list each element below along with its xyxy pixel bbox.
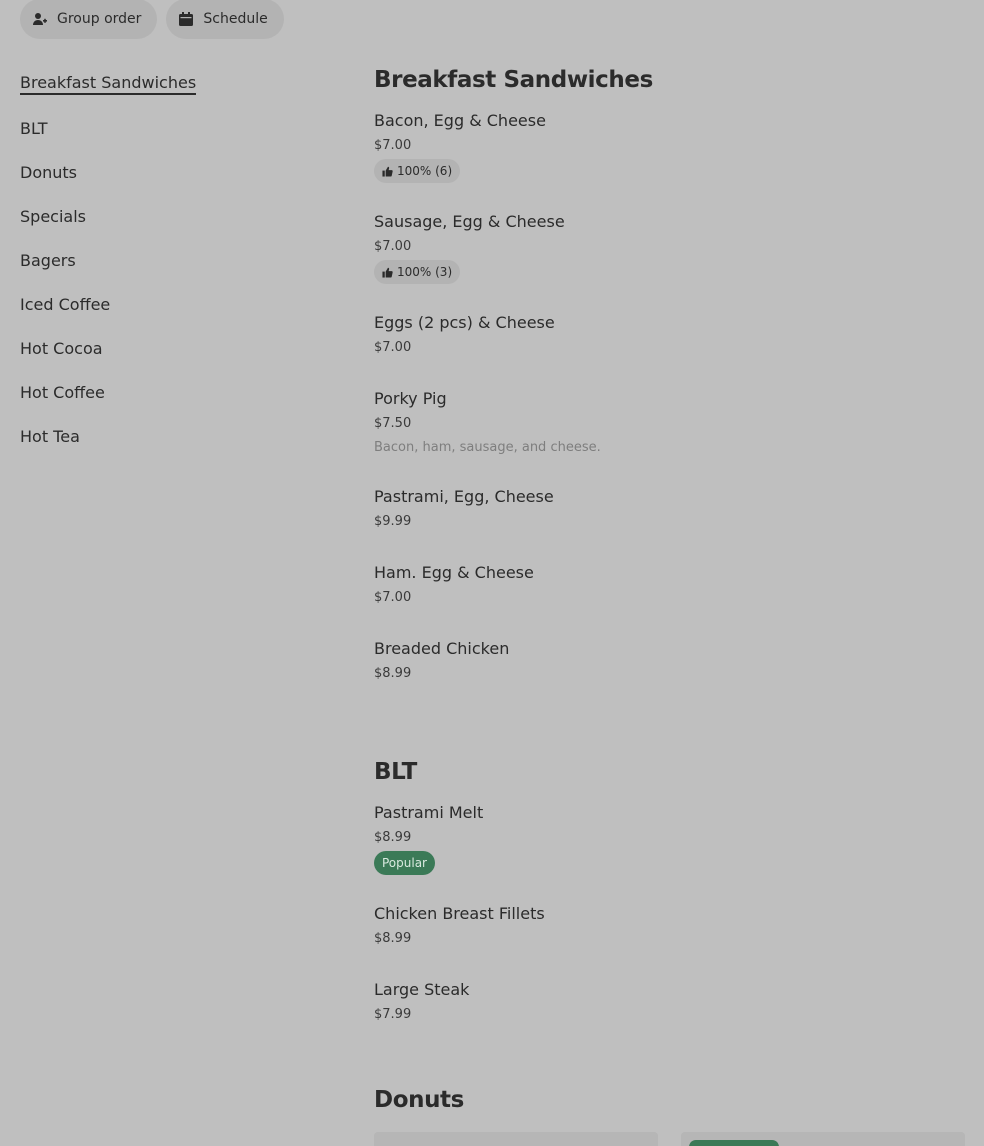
card-badge [689, 1140, 779, 1146]
item-name: Bacon, Egg & Cheese [374, 110, 546, 130]
item-name: Ham. Egg & Cheese [374, 562, 534, 582]
top-action-bar: Group order Schedule [20, 0, 284, 39]
sidebar-item-label: Bagers [20, 250, 76, 270]
item-name: Pastrami Melt [374, 802, 484, 822]
donut-cards-row [374, 1132, 965, 1146]
sidebar-item-label: Hot Cocoa [20, 338, 103, 358]
menu-item[interactable]: Breaded Chicken $8.99 [374, 636, 964, 686]
rating-text: 100% (6) [397, 164, 453, 178]
menu-item[interactable]: Bacon, Egg & Cheese $7.00 100% (6) [374, 108, 964, 183]
sidebar-item-bagers[interactable]: Bagers [20, 238, 340, 282]
section-breakfast-sandwiches: Breakfast Sandwiches Bacon, Egg & Cheese… [374, 62, 964, 712]
menu-item[interactable]: Large Steak $7.99 [374, 977, 964, 1027]
item-price: $7.00 [374, 339, 412, 355]
item-name: Pastrami, Egg, Cheese [374, 486, 554, 506]
item-price: $8.99 [374, 665, 412, 681]
sidebar-item-label: Donuts [20, 162, 77, 182]
rating-text: 100% (3) [397, 265, 453, 279]
item-price: $8.99 [374, 829, 412, 845]
item-name: Large Steak [374, 979, 470, 999]
sidebar-item-label: Hot Coffee [20, 382, 105, 402]
item-price: $7.50 [374, 415, 412, 431]
item-price: $9.99 [374, 513, 412, 529]
group-order-button[interactable]: Group order [20, 0, 158, 39]
item-price: $7.00 [374, 238, 412, 254]
item-name: Breaded Chicken [374, 638, 510, 658]
category-sidebar: Breakfast Sandwiches BLT Donuts Specials… [20, 62, 340, 458]
section-donuts: Donuts [374, 1082, 964, 1118]
item-price: $7.00 [374, 589, 412, 605]
item-description: Bacon, ham, sausage, and cheese. [374, 439, 601, 455]
sidebar-item-specials[interactable]: Specials [20, 194, 340, 238]
sidebar-item-label: Breakfast Sandwiches [20, 73, 197, 95]
rating-badge: 100% (6) [374, 159, 461, 183]
section-blt: BLT Pastrami Melt $8.99 Popular Chicken … [374, 754, 964, 1053]
group-order-label: Group order [57, 11, 142, 27]
person-plus-icon [32, 11, 48, 27]
sidebar-item-hot-coffee[interactable]: Hot Coffee [20, 370, 340, 414]
sidebar-item-iced-coffee[interactable]: Iced Coffee [20, 282, 340, 326]
thumbs-up-icon [382, 267, 393, 278]
schedule-label: Schedule [203, 11, 268, 27]
section-title: BLT [374, 759, 417, 785]
sidebar-item-hot-tea[interactable]: Hot Tea [20, 414, 340, 458]
menu-item[interactable]: Chicken Breast Fillets $8.99 [374, 901, 964, 951]
item-name: Chicken Breast Fillets [374, 903, 545, 923]
schedule-button[interactable]: Schedule [166, 0, 284, 39]
item-name: Sausage, Egg & Cheese [374, 211, 565, 231]
item-price: $8.99 [374, 930, 412, 946]
sidebar-item-blt[interactable]: BLT [20, 106, 340, 150]
item-card[interactable] [681, 1132, 965, 1146]
rating-badge: 100% (3) [374, 260, 461, 284]
menu-item[interactable]: Sausage, Egg & Cheese $7.00 100% (3) [374, 209, 964, 284]
sidebar-item-donuts[interactable]: Donuts [20, 150, 340, 194]
section-title: Donuts [374, 1087, 464, 1113]
popular-badge: Popular [374, 851, 435, 875]
menu-item[interactable]: Pastrami, Egg, Cheese $9.99 [374, 484, 964, 534]
item-name: Porky Pig [374, 388, 447, 408]
sidebar-item-breakfast-sandwiches[interactable]: Breakfast Sandwiches [20, 62, 340, 106]
menu-item[interactable]: Porky Pig $7.50 Bacon, ham, sausage, and… [374, 386, 964, 458]
menu-item[interactable]: Eggs (2 pcs) & Cheese $7.00 [374, 310, 964, 360]
item-card[interactable] [374, 1132, 658, 1146]
menu-item[interactable]: Pastrami Melt $8.99 Popular [374, 800, 964, 875]
sidebar-item-hot-cocoa[interactable]: Hot Cocoa [20, 326, 340, 370]
item-name: Eggs (2 pcs) & Cheese [374, 312, 555, 332]
sidebar-item-label: Hot Tea [20, 426, 80, 446]
item-price: $7.99 [374, 1006, 412, 1022]
item-price: $7.00 [374, 137, 412, 153]
menu-item[interactable]: Ham. Egg & Cheese $7.00 [374, 560, 964, 610]
thumbs-up-icon [382, 166, 393, 177]
sidebar-item-label: Specials [20, 206, 86, 226]
section-title: Breakfast Sandwiches [374, 67, 653, 93]
sidebar-item-label: BLT [20, 118, 48, 138]
sidebar-item-label: Iced Coffee [20, 294, 111, 314]
calendar-icon [178, 11, 194, 27]
